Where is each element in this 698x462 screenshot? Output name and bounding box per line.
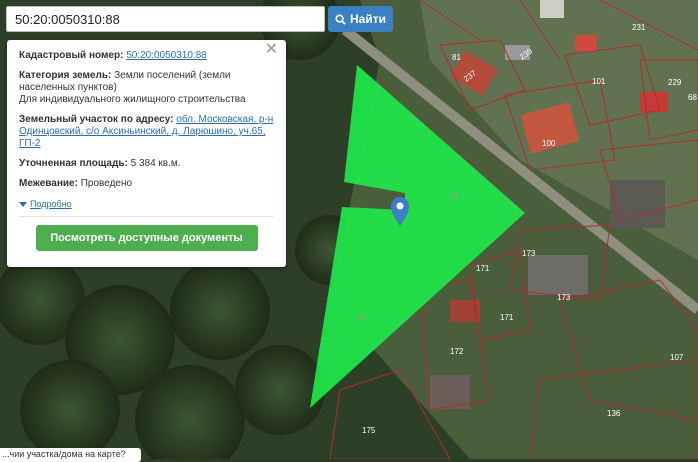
triangle-down-icon: [19, 201, 27, 207]
divider: [19, 216, 274, 217]
parcel-label: 173: [557, 293, 571, 302]
parcel-info-panel: ✕ Кадастровый номер: 50:20:0050310:88 Ка…: [7, 40, 286, 267]
cadastral-label: Кадастровый номер:: [19, 50, 124, 61]
category-label: Категория земель:: [19, 70, 112, 81]
search-input[interactable]: 50:20:0050310:88: [6, 6, 325, 32]
parcel-label: 231: [632, 23, 646, 32]
usage-value: Для индивидуального жилищного строительс…: [19, 94, 246, 105]
parcel-label: 173: [522, 249, 536, 258]
search-button[interactable]: Найти: [328, 6, 393, 32]
help-tooltip[interactable]: ...чии участка/дома на карте?: [0, 448, 141, 462]
area-value: 5 384 кв.м.: [130, 158, 181, 169]
parcel-label: 68: [688, 93, 697, 102]
area-label: Уточненная площадь:: [19, 158, 128, 169]
parcel-label: 229: [668, 78, 682, 87]
search-icon: [335, 13, 346, 25]
parcel-label: 88: [450, 192, 459, 201]
survey-label: Межевание:: [19, 178, 78, 189]
cadastral-number-link[interactable]: 50:20:0050310:88: [126, 50, 207, 61]
close-icon[interactable]: ✕: [265, 42, 278, 58]
parcel-label: 171: [500, 313, 514, 322]
parcel-label: 107: [670, 353, 684, 362]
parcel-label: 136: [607, 409, 621, 418]
view-documents-button[interactable]: Посмотреть доступные документы: [35, 225, 258, 251]
parcel-label: 101: [592, 77, 606, 86]
more-link[interactable]: Подробно: [19, 198, 274, 210]
parcel-label: 100: [542, 139, 556, 148]
parcel-label: 88: [357, 314, 366, 323]
more-link-label: Подробно: [30, 199, 72, 209]
address-label: Земельный участок по адресу:: [19, 114, 174, 125]
parcel-label: 175: [362, 426, 376, 435]
parcel-label: 172: [450, 347, 464, 356]
survey-value: Проведено: [80, 178, 133, 189]
parcel-label: 81: [452, 53, 461, 62]
parcel-label: 171: [476, 264, 490, 273]
search-button-label: Найти: [350, 12, 386, 26]
